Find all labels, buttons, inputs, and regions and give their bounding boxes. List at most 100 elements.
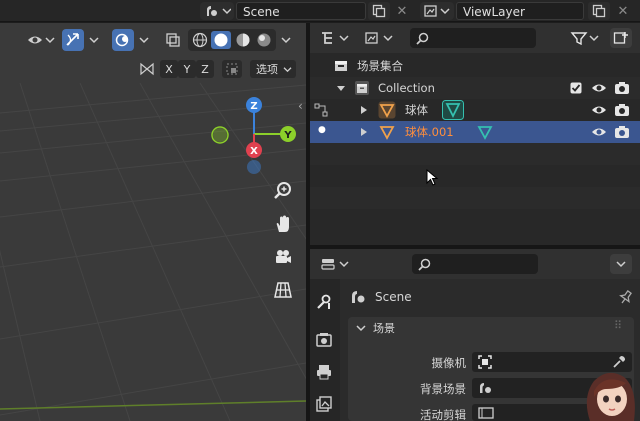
outliner-row-collection[interactable]: Collection xyxy=(310,77,640,99)
scene-name-field[interactable]: Scene xyxy=(236,2,366,20)
mesh-data-icon[interactable] xyxy=(442,100,464,120)
chevron-down-icon xyxy=(356,325,366,332)
overlays-toggle-button[interactable] xyxy=(112,29,134,51)
outliner-empty-row xyxy=(310,209,640,231)
eye-visibility-icon xyxy=(28,36,55,44)
mirror-z-button[interactable]: Z xyxy=(196,60,214,78)
search-icon xyxy=(416,32,429,45)
overlays-icon xyxy=(115,33,129,47)
outliner-row-sphere[interactable]: 球体 xyxy=(310,99,640,121)
chevron-down-icon xyxy=(281,37,291,44)
webcam-avatar-overlay xyxy=(586,372,635,421)
scene-title: Scene xyxy=(375,290,412,304)
properties-search-input[interactable] xyxy=(412,254,538,274)
new-view-layer-button[interactable] xyxy=(588,2,610,20)
outliner-empty-row xyxy=(310,143,640,165)
view-layer-icon xyxy=(424,5,450,17)
options-dropdown[interactable]: 选项 xyxy=(250,60,296,78)
tab-tool[interactable] xyxy=(315,293,333,311)
active-clip-label: 活动剪辑 xyxy=(420,408,466,421)
shading-dropdown-button[interactable] xyxy=(278,29,294,51)
view-layer-name-field[interactable]: ViewLayer xyxy=(456,2,584,20)
display-mode-button[interactable] xyxy=(318,28,354,48)
overlays-dropdown-button[interactable] xyxy=(136,29,152,51)
outliner-search-input[interactable] xyxy=(410,28,536,48)
new-collection-icon xyxy=(613,32,628,44)
magnifier-zoom-icon xyxy=(274,182,291,199)
copy-icon xyxy=(592,4,606,18)
camera-render-icon[interactable] xyxy=(614,125,630,139)
top-bar: Scene ✕ ViewLayer ✕ xyxy=(0,0,640,22)
gizmo-y-label: Y xyxy=(283,130,292,141)
properties-options-button[interactable] xyxy=(610,254,632,274)
gizmo-toggle-button[interactable] xyxy=(62,29,84,51)
expand-arrow-right-icon[interactable] xyxy=(360,105,368,115)
scene-panel-header[interactable]: 场景 ⠿ xyxy=(348,317,634,339)
drag-handle-icon[interactable]: ⠿ xyxy=(614,319,623,332)
camera-field-label: 摄像机 xyxy=(431,356,467,370)
eye-icon[interactable] xyxy=(591,104,607,116)
solid-shading-icon xyxy=(214,33,228,47)
mesh-data-icon[interactable] xyxy=(476,123,494,141)
expand-arrow-down-icon[interactable] xyxy=(336,83,346,93)
new-scene-button[interactable] xyxy=(368,2,390,20)
auto-merge-button[interactable] xyxy=(222,60,242,78)
chevron-down-icon xyxy=(139,37,149,44)
eye-icon[interactable] xyxy=(591,82,607,94)
view-layer-selector-button[interactable] xyxy=(420,2,454,20)
xray-toggle-button[interactable] xyxy=(162,29,184,51)
tab-render[interactable] xyxy=(315,331,333,349)
perspective-toggle-button[interactable] xyxy=(270,277,296,303)
camera-view-button[interactable] xyxy=(270,244,296,270)
output-printer-icon xyxy=(317,365,331,380)
search-icon xyxy=(418,258,431,271)
zoom-button[interactable] xyxy=(270,178,296,204)
expand-arrow-right-icon[interactable] xyxy=(360,127,368,137)
copy-icon xyxy=(372,4,386,18)
outliner-empty-row xyxy=(310,187,640,209)
scene-selector-button[interactable] xyxy=(200,2,234,20)
object-mesh-icon xyxy=(379,126,395,140)
object-mesh-icon xyxy=(378,101,396,119)
close-icon: ✕ xyxy=(396,3,408,19)
camera-render-icon[interactable] xyxy=(614,81,630,95)
gizmo-dropdown-button[interactable] xyxy=(86,29,102,51)
outliner-row-scene-collection[interactable]: 场景集合 xyxy=(310,55,640,77)
navigation-gizmo[interactable]: Z Y X xyxy=(205,93,305,175)
camera-render-icon[interactable] xyxy=(614,103,630,117)
pin-icon[interactable] xyxy=(618,289,634,305)
mirror-y-button[interactable]: Y xyxy=(178,60,196,78)
editor-type-button[interactable] xyxy=(318,254,354,274)
view-layer-images-icon xyxy=(316,396,332,412)
view-object-types-button[interactable] xyxy=(26,29,56,51)
tab-output[interactable] xyxy=(315,363,333,381)
checkbox-checked-icon[interactable] xyxy=(570,82,582,94)
properties-panel: Scene 场景 ⠿ 摄像机 背景场景 活动剪辑 xyxy=(310,249,640,421)
remove-view-layer-button[interactable]: ✕ xyxy=(614,2,632,20)
3d-viewport[interactable]: X Y Z 选项 ‹ Z Y X xyxy=(0,23,306,421)
scene-panel-title: 场景 xyxy=(373,322,395,335)
wireframe-shading-icon xyxy=(192,32,208,48)
mirror-x-button[interactable]: X xyxy=(160,60,178,78)
mirror-toggle-button[interactable] xyxy=(136,60,158,78)
remove-scene-button[interactable]: ✕ xyxy=(393,2,411,20)
camera-icon xyxy=(276,250,291,263)
viewport-header xyxy=(0,23,306,58)
properties-editor-icon xyxy=(321,259,349,270)
tab-view-layer[interactable] xyxy=(315,395,333,413)
chevron-down-icon xyxy=(89,37,99,44)
outliner-row-sphere-001[interactable]: ● 球体.001 xyxy=(310,121,640,143)
background-scene-label: 背景场景 xyxy=(420,382,466,396)
mouse-cursor-icon xyxy=(426,169,439,186)
sphere-label: 球体 xyxy=(405,103,428,117)
filter-view-layer-button[interactable] xyxy=(362,28,398,48)
scene-collection-label: 场景集合 xyxy=(357,59,403,73)
viewport-grid xyxy=(0,82,306,421)
pan-button[interactable] xyxy=(270,211,296,237)
butterfly-mirror-icon xyxy=(140,62,154,76)
scene-collection-icon xyxy=(335,61,347,71)
eye-icon[interactable] xyxy=(591,126,607,138)
new-collection-button[interactable] xyxy=(610,28,632,48)
camera-object-icon xyxy=(478,355,492,369)
filter-button[interactable] xyxy=(568,28,604,48)
